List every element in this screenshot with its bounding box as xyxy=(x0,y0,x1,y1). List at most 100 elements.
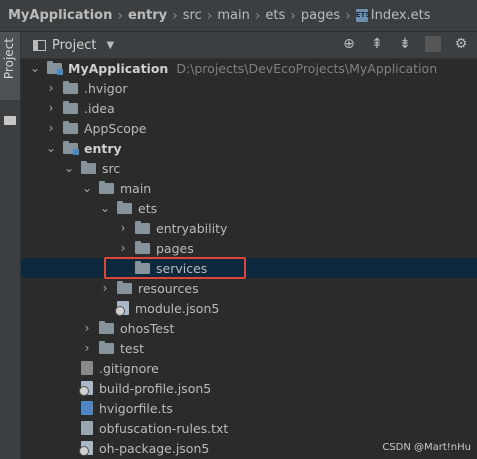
tree-row-ohostest[interactable]: › ohosTest xyxy=(21,318,477,338)
chevron-down-icon[interactable]: ⌄ xyxy=(81,181,93,195)
chevron-right-icon[interactable]: › xyxy=(81,321,93,335)
gear-icon[interactable]: ⚙ xyxy=(453,36,469,52)
breadcrumb-item-ets[interactable]: ets xyxy=(265,8,285,23)
expand-all-icon[interactable]: ⇟ xyxy=(397,36,413,52)
chevron-right-icon[interactable]: › xyxy=(45,81,57,95)
chevron-down-icon[interactable]: ⌄ xyxy=(63,161,75,175)
breadcrumb-item-main[interactable]: main xyxy=(217,8,249,23)
project-tool-tab[interactable]: Project xyxy=(0,32,20,100)
tree-item-label: entry xyxy=(84,140,122,156)
tree-row-module-json5[interactable]: › module.json5 xyxy=(21,298,477,318)
tree-item-label: resources xyxy=(138,280,199,296)
tree-item-label: .idea xyxy=(84,100,115,116)
json-file-icon xyxy=(79,441,93,456)
tree-row-appscope[interactable]: › AppScope xyxy=(21,118,477,138)
watermark: CSDN @Mart!nHu xyxy=(382,442,471,453)
tree-row-services[interactable]: › services xyxy=(21,258,477,278)
locate-icon[interactable]: ⊕ xyxy=(341,36,357,52)
tree-item-label: ohosTest xyxy=(120,320,175,336)
breadcrumb-item-myapplication[interactable]: MyApplication xyxy=(8,8,112,23)
tree-row-ets[interactable]: ⌄ ets xyxy=(21,198,477,218)
module-folder-icon xyxy=(47,60,63,75)
tree-row-hvigor[interactable]: › .hvigor xyxy=(21,78,477,98)
tree-row-gitignore[interactable]: › .gitignore xyxy=(21,358,477,378)
tree-row-hvigorfile[interactable]: › hvigorfile.ts xyxy=(21,398,477,418)
folder-icon xyxy=(63,120,78,134)
tree-item-label: build-profile.json5 xyxy=(99,380,212,396)
tree-item-label: .hvigor xyxy=(84,80,128,96)
folder-icon xyxy=(135,220,150,234)
chevron-right-icon: › xyxy=(117,7,123,24)
ets-file-icon: ETS xyxy=(355,9,370,22)
tree-row-src[interactable]: ⌄ src xyxy=(21,158,477,178)
folder-icon xyxy=(99,340,114,354)
tree-item-label: MyApplication xyxy=(68,60,169,76)
tree-row-main[interactable]: ⌄ main xyxy=(21,178,477,198)
chevron-right-icon: › xyxy=(206,7,213,24)
tree-item-label: AppScope xyxy=(84,120,147,136)
breadcrumb-item-src[interactable]: src xyxy=(183,8,202,23)
json-file-icon xyxy=(79,381,93,396)
chevron-right-icon[interactable]: › xyxy=(99,281,111,295)
tree-row-idea[interactable]: › .idea xyxy=(21,98,477,118)
tree-row-test[interactable]: › test xyxy=(21,338,477,358)
folder-icon xyxy=(99,180,114,194)
tree-row-pages[interactable]: › pages xyxy=(21,238,477,258)
breadcrumb-item-index-ets[interactable]: Index.ets xyxy=(371,8,431,23)
chevron-down-icon[interactable]: ▼ xyxy=(106,40,114,51)
chevron-down-icon[interactable]: ⌄ xyxy=(29,61,41,75)
folder-icon xyxy=(117,280,132,294)
tree-row-myapplication[interactable]: ⌄ MyApplication D:\projects\DevEcoProjec… xyxy=(21,58,477,78)
chevron-right-icon[interactable]: › xyxy=(117,241,129,255)
tree-item-label: ets xyxy=(138,200,158,216)
tree-item-label: pages xyxy=(156,240,194,256)
tree-item-label: module.json5 xyxy=(135,300,220,316)
tree-row-entry[interactable]: ⌄ entry xyxy=(21,138,477,158)
left-tool-strip: Project xyxy=(0,32,21,459)
breadcrumb: MyApplication › entry › src › main › ets… xyxy=(0,0,477,32)
tree-item-label: entryability xyxy=(156,220,228,236)
collapse-all-icon[interactable]: ⇞ xyxy=(369,36,385,52)
folder-icon xyxy=(135,240,150,254)
project-path: D:\projects\DevEcoProjects\MyApplication xyxy=(176,60,438,76)
tree-item-label: oh-package.json5 xyxy=(99,440,210,456)
highlight-annotation-box xyxy=(104,257,246,279)
chevron-right-icon[interactable]: › xyxy=(117,221,129,235)
json-file-icon xyxy=(115,301,129,316)
chevron-right-icon: › xyxy=(172,7,178,24)
folder-icon xyxy=(63,80,78,94)
folder-icon xyxy=(117,200,132,214)
chevron-right-icon[interactable]: › xyxy=(45,121,57,135)
toolbar-divider xyxy=(425,36,441,52)
folder-icon xyxy=(63,100,78,114)
chevron-right-icon[interactable]: › xyxy=(45,101,57,115)
tree-item-label: src xyxy=(102,160,121,176)
tree-item-label: .gitignore xyxy=(99,360,159,376)
project-tab-label: Project xyxy=(2,38,16,80)
breadcrumb-item-pages[interactable]: pages xyxy=(301,8,340,23)
text-file-icon xyxy=(81,421,93,435)
ts-file-icon xyxy=(81,401,93,415)
chevron-right-icon: › xyxy=(254,7,261,24)
project-toolbar: Project ▼ ⊕ ⇞ ⇟ ⚙ xyxy=(21,32,477,59)
breadcrumb-item-entry[interactable]: entry xyxy=(128,8,167,23)
chevron-right-icon: › xyxy=(290,7,296,24)
panel-icon xyxy=(33,39,46,51)
tree-item-label: main xyxy=(120,180,152,196)
chevron-down-icon[interactable]: ⌄ xyxy=(45,141,57,155)
chevron-right-icon: › xyxy=(345,7,351,24)
tree-row-obfuscation-rules[interactable]: › obfuscation-rules.txt xyxy=(21,418,477,438)
tree-row-build-profile[interactable]: › build-profile.json5 xyxy=(21,378,477,398)
tree-item-label: hvigorfile.ts xyxy=(99,400,173,416)
chevron-down-icon[interactable]: ⌄ xyxy=(99,201,111,215)
gitignore-file-icon xyxy=(81,361,93,375)
chevron-right-icon[interactable]: › xyxy=(81,341,93,355)
panel-title[interactable]: Project xyxy=(52,38,96,53)
tree-row-entryability[interactable]: › entryability xyxy=(21,218,477,238)
folder-icon xyxy=(81,160,96,174)
folder-icon[interactable] xyxy=(4,116,16,125)
module-folder-icon xyxy=(63,140,79,155)
tree-row-resources[interactable]: › resources xyxy=(21,278,477,298)
folder-icon xyxy=(99,320,114,334)
tree-item-label: test xyxy=(120,340,145,356)
